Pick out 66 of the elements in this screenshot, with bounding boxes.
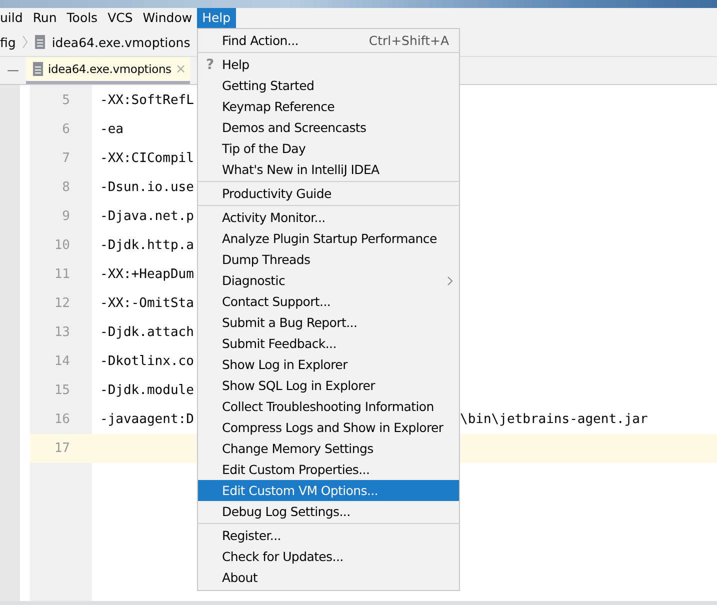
editor-tab[interactable]: idea64.exe.vmoptions × xyxy=(26,57,190,84)
collapse-button[interactable]: — xyxy=(0,57,26,84)
menu-item[interactable]: Tip of the Day xyxy=(198,138,459,159)
menu-item[interactable]: Check for Updates... xyxy=(198,546,459,567)
menu-bar-item[interactable]: Run xyxy=(28,8,62,28)
menu-item[interactable]: Register... xyxy=(198,525,459,546)
menu-bar-item[interactable]: VCS xyxy=(102,8,138,28)
menu-bar-item[interactable]: Window xyxy=(138,8,198,28)
menu-item[interactable]: Diagnostic xyxy=(198,270,459,291)
menu-item[interactable]: Analyze Plugin Startup Performance xyxy=(198,228,459,249)
line-number: 13 xyxy=(53,325,71,340)
menu-item[interactable]: Edit Custom VM Options... xyxy=(198,480,459,501)
menu-item[interactable]: Activity Monitor... xyxy=(198,207,459,228)
menu-item[interactable]: Collect Troubleshooting Information xyxy=(198,396,459,417)
code-text: -XX:CICompil xyxy=(100,151,194,166)
line-number: 17 xyxy=(53,441,71,456)
menu-item[interactable]: Compress Logs and Show in Explorer xyxy=(198,417,459,438)
code-text: -Dsun.io.use xyxy=(100,180,194,195)
menu-item[interactable]: Submit a Bug Report... xyxy=(198,312,459,333)
menu-item[interactable]: Demos and Screencasts xyxy=(198,117,459,138)
code-text: -Djava.net.p xyxy=(100,209,194,224)
line-number: 8 xyxy=(61,180,71,195)
menu-item[interactable]: Dump Threads xyxy=(198,249,459,270)
code-text: -javaagent:D xyxy=(100,412,194,427)
code-text: -ea xyxy=(100,122,124,137)
code-text: -Djdk.attach xyxy=(100,325,194,340)
code-text: -XX:+HeapDum xyxy=(100,267,194,282)
menu-item[interactable]: Contact Support... xyxy=(198,291,459,312)
line-number: 14 xyxy=(53,354,71,369)
line-number: 9 xyxy=(61,209,71,224)
menu-bar-item[interactable]: uild xyxy=(0,8,28,28)
menu-item[interactable]: Show SQL Log in Explorer xyxy=(198,375,459,396)
menu-bar-item[interactable]: Help xyxy=(197,8,236,28)
code-text: -Djdk.module xyxy=(100,383,194,398)
line-number: 7 xyxy=(61,151,71,166)
menu-item[interactable]: What's New in IntelliJ IDEA xyxy=(198,159,459,180)
code-text: -Djdk.http.a xyxy=(100,238,194,253)
code-text: -XX:SoftRefL xyxy=(100,93,194,108)
code-text: -XX:-OmitSta xyxy=(100,296,194,311)
line-number: 11 xyxy=(53,267,71,282)
menu-item[interactable]: ? Help xyxy=(198,54,459,75)
menu-item[interactable]: About xyxy=(198,567,459,588)
menu-item[interactable]: Edit Custom Properties... xyxy=(198,459,459,480)
line-number: 10 xyxy=(53,238,71,253)
breadcrumb-item[interactable]: idea64.exe.vmoptions xyxy=(52,34,190,50)
breadcrumb-item[interactable]: fig xyxy=(0,34,16,50)
code-text: -Dkotlinx.co xyxy=(100,354,194,369)
chevron-icon xyxy=(22,35,28,49)
menu-item[interactable]: Change Memory Settings xyxy=(198,438,459,459)
menu-item[interactable]: Find Action... Ctrl+Shift+A xyxy=(198,30,459,51)
file-icon xyxy=(32,62,44,76)
line-number: 5 xyxy=(61,93,71,108)
tab-label: idea64.exe.vmoptions xyxy=(48,62,172,76)
menu-item[interactable]: Show Log in Explorer xyxy=(198,354,459,375)
menu-item[interactable]: Debug Log Settings... xyxy=(198,501,459,522)
menu-bar-item[interactable]: Tools xyxy=(62,8,103,28)
menu-item[interactable]: Submit Feedback... xyxy=(198,333,459,354)
line-number: 12 xyxy=(53,296,71,311)
line-number: 6 xyxy=(61,122,71,137)
menu-item[interactable]: Productivity Guide xyxy=(198,183,459,204)
file-icon xyxy=(34,35,46,49)
menu-item[interactable]: Getting Started xyxy=(198,75,459,96)
line-number: 15 xyxy=(53,383,71,398)
line-number: 16 xyxy=(53,412,71,427)
code-text: \bin\jetbrains-agent.jar xyxy=(460,412,648,427)
menu-item[interactable]: Keymap Reference xyxy=(198,96,459,117)
